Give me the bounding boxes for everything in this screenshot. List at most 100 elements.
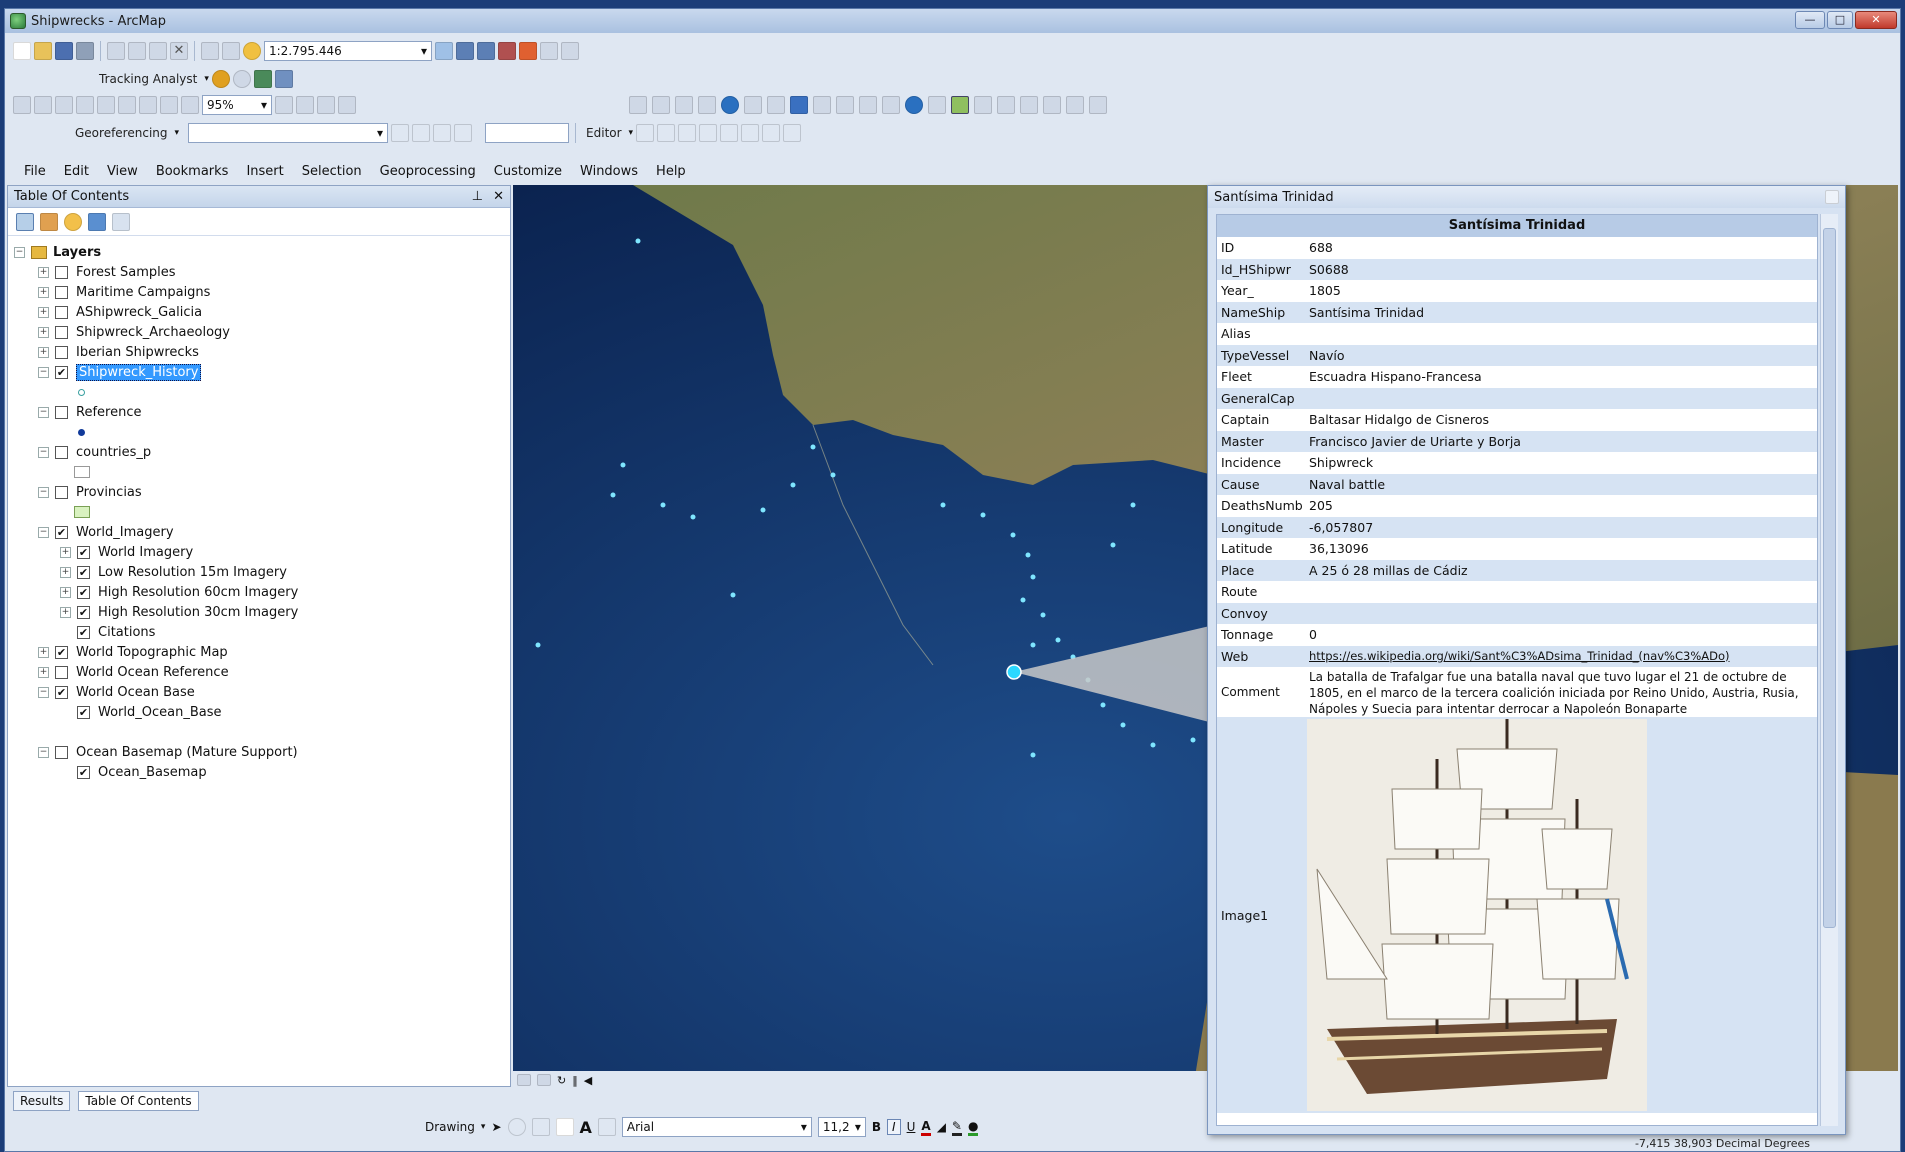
measure-icon[interactable] [974,96,992,114]
menu-windows[interactable]: Windows [571,164,647,179]
font-color-icon[interactable]: A [921,1119,931,1136]
layout-zoom-combo[interactable]: 95% ▾ [202,95,272,115]
menu-edit[interactable]: Edit [55,164,98,179]
editor-toolbar-icon[interactable] [435,42,453,60]
selected-shipwreck-point[interactable] [1006,664,1022,680]
list-by-selection-icon[interactable] [88,212,106,231]
playback-icon[interactable] [232,70,251,88]
delete-icon[interactable]: ✕ [170,42,188,60]
georef-value-field[interactable] [485,123,570,143]
pin-icon[interactable]: ⊥ [472,189,483,204]
popup-close-icon[interactable] [1825,190,1839,204]
hyperlink-icon[interactable] [928,96,946,114]
layer-item[interactable]: + ✔ Low Resolution 15m Imagery [60,562,287,582]
layer-checkbox[interactable]: ✔ [77,565,90,579]
layer-checkbox[interactable] [55,265,68,279]
zoom-whole-page-icon[interactable] [76,96,94,114]
focus-data-frame-icon[interactable] [296,96,314,114]
goto-xy-icon[interactable] [1043,96,1061,114]
forward-extent-icon[interactable] [181,96,199,114]
fixed-zoom-out-icon[interactable] [139,96,157,114]
layer-checkbox[interactable]: ✔ [77,605,90,619]
layer-item[interactable]: + Iberian Shipwrecks [38,342,199,362]
layer-item[interactable]: + Forest Samples [38,262,176,282]
layer-checkbox[interactable] [55,305,68,319]
layer-checkbox[interactable]: ✔ [77,625,90,639]
select-features-icon[interactable] [836,96,854,114]
menu-geoprocessing[interactable]: Geoprocessing [371,164,485,179]
maximize-button[interactable]: □ [1827,11,1853,29]
pan-page-icon[interactable] [55,96,73,114]
full-extent-icon[interactable] [721,96,739,114]
layer-checkbox[interactable] [55,665,68,679]
layer-item[interactable]: − ✔ World Ocean Base [38,682,195,702]
arctoolbox-icon[interactable] [519,42,537,60]
tracking-manager-icon[interactable] [253,70,272,88]
layer-item[interactable]: + ✔ High Resolution 60cm Imagery [60,582,298,602]
line-color-icon[interactable]: ✎ [951,1119,962,1136]
toc-options-icon[interactable] [112,212,130,231]
go-back-icon[interactable] [790,96,808,114]
layer-item[interactable]: + Maritime Campaigns [38,282,210,302]
zoom-out-icon[interactable] [652,96,670,114]
fixed-zoom-in-map-icon[interactable] [744,96,762,114]
close-button[interactable]: ✕ [1855,11,1897,29]
identify-icon[interactable] [905,96,923,114]
layer-checkbox[interactable] [55,325,68,339]
zoom-to-elements-icon[interactable] [531,1118,550,1136]
underline-button[interactable]: U [907,1120,916,1134]
minimize-button[interactable]: — [1795,11,1825,29]
undo-icon[interactable] [201,42,219,60]
menu-view[interactable]: View [98,164,147,179]
search-window-icon[interactable] [498,42,516,60]
layer-checkbox[interactable] [55,405,68,419]
toc-tab[interactable]: Table Of Contents [78,1091,199,1111]
layer-item[interactable]: + Shipwreck_Archaeology [38,322,230,342]
web-link[interactable]: https://es.wikipedia.org/wiki/Sant%C3%AD… [1307,646,1817,668]
pan-icon[interactable] [698,96,716,114]
menu-selection[interactable]: Selection [293,164,371,179]
find-route-icon[interactable] [1020,96,1038,114]
catalog-window-icon[interactable] [477,42,495,60]
zoom-in-page-icon[interactable] [13,96,31,114]
menu-customize[interactable]: Customize [485,164,571,179]
open-icon[interactable] [34,42,52,60]
clear-selection-icon[interactable] [859,96,877,114]
toc-close-icon[interactable]: ✕ [493,189,504,204]
layer-item[interactable]: − Reference [38,402,141,422]
layer-item[interactable]: − Ocean Basemap (Mature Support) [38,742,298,762]
copy-icon[interactable] [128,42,146,60]
layer-item[interactable]: ✔ Citations [77,622,155,642]
layer-item[interactable]: ✔ Ocean_Basemap [77,762,207,782]
layer-checkbox[interactable]: ✔ [55,365,68,379]
fill-color-icon[interactable]: ◢ [937,1120,946,1134]
editor-menu[interactable]: Editor [582,126,626,140]
zoom-out-page-icon[interactable] [34,96,52,114]
layer-item[interactable]: − countries_p [38,442,151,462]
add-data-icon[interactable] [243,42,261,60]
create-viewer-icon[interactable] [1089,96,1107,114]
go-forward-icon[interactable] [813,96,831,114]
georef-layer-combo[interactable]: ▾ [188,123,389,143]
georeferencing-menu[interactable]: Georeferencing [71,126,172,140]
rotate-element-icon[interactable] [507,1118,526,1136]
scroll-left-icon[interactable]: ◀ [584,1074,592,1087]
layer-checkbox[interactable]: ✔ [77,545,90,559]
layer-checkbox[interactable] [55,345,68,359]
rectangle-icon[interactable] [555,1118,574,1136]
zoom-extent-icon[interactable] [675,96,693,114]
new-document-icon[interactable] [13,42,31,60]
map-scale-combo[interactable]: 1:2.795.446 ▾ [264,41,432,61]
change-layout-icon[interactable] [317,96,335,114]
time-slider-icon[interactable] [1066,96,1084,114]
zoom-in-icon[interactable] [629,96,647,114]
back-extent-icon[interactable] [160,96,178,114]
add-temporal-data-icon[interactable] [211,70,230,88]
layer-checkbox[interactable] [55,485,68,499]
fixed-zoom-out-map-icon[interactable] [767,96,785,114]
list-by-drawing-order-icon[interactable] [16,212,34,231]
paste-icon[interactable] [149,42,167,60]
layer-checkbox[interactable] [55,285,68,299]
zoom-100-icon[interactable] [97,96,115,114]
cut-icon[interactable] [107,42,125,60]
